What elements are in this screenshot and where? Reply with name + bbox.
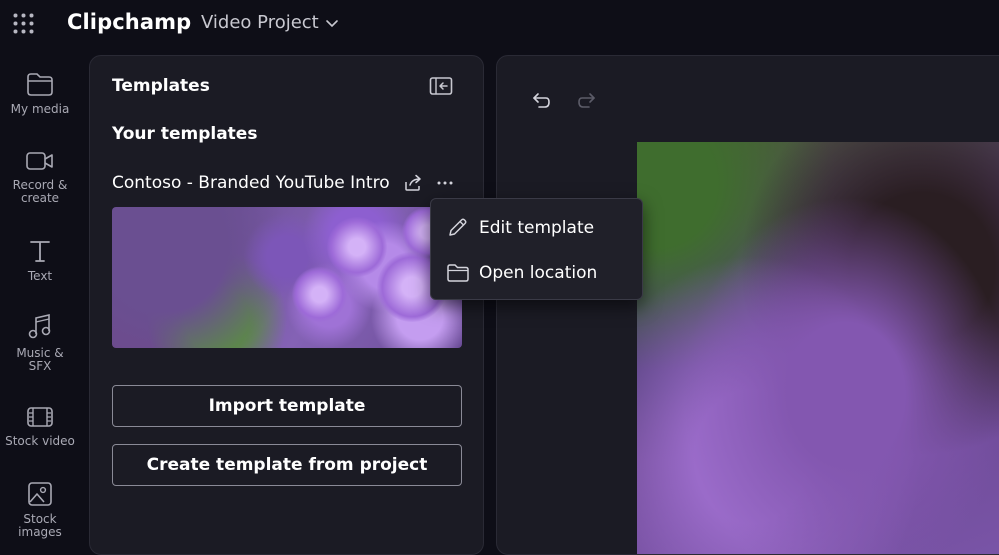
folder-icon (27, 73, 53, 96)
templates-panel: Templates Your templates Contoso - Brand… (89, 55, 484, 555)
template-context-menu: Edit template Open location (430, 198, 643, 300)
sidebar-item-label: My media (10, 102, 70, 116)
menu-item-edit-template[interactable]: Edit template (431, 207, 642, 249)
collapse-panel-button[interactable] (429, 76, 453, 98)
undo-button[interactable] (528, 88, 552, 112)
image-icon (28, 482, 52, 506)
project-name-label: Video Project (201, 12, 319, 33)
redo-button[interactable] (576, 88, 600, 112)
music-note-icon (28, 313, 51, 339)
more-options-button[interactable] (435, 174, 457, 194)
collapse-panel-icon (429, 77, 453, 95)
sidebar-item-label: Text (27, 269, 53, 283)
section-title: Your templates (112, 124, 258, 144)
undo-icon (533, 93, 550, 108)
import-template-button[interactable]: Import template (112, 385, 462, 427)
video-preview[interactable] (637, 142, 999, 554)
sidebar-item-text[interactable]: Text (0, 238, 80, 283)
sidebar-item-label: Stock video (5, 434, 75, 448)
share-icon (405, 174, 421, 191)
sidebar-item-label-line2: create (20, 191, 60, 205)
menu-item-open-location[interactable]: Open location (431, 252, 642, 294)
template-thumbnail[interactable] (112, 207, 462, 348)
share-button[interactable] (403, 174, 425, 194)
pencil-icon (449, 218, 467, 236)
folder-icon (447, 264, 469, 282)
thumbnail-blossom (292, 267, 347, 322)
sidebar-item-stock-video[interactable]: Stock video (0, 405, 80, 448)
project-name-dropdown[interactable]: Video Project (201, 12, 339, 33)
sidebar-item-record-create[interactable]: Record & create (0, 149, 80, 205)
panel-title: Templates (112, 76, 210, 96)
sidebar-item-label-line2: SFX (28, 359, 52, 373)
app-title: Clipchamp (67, 10, 192, 34)
sidebar-item-my-media[interactable]: My media (0, 71, 80, 116)
menu-item-label: Open location (479, 263, 598, 283)
chevron-down-icon (325, 19, 338, 27)
more-icon (437, 181, 453, 185)
app-launcher-icon[interactable] (13, 13, 34, 34)
text-icon (30, 241, 50, 262)
thumbnail-blossom (327, 217, 387, 277)
template-name[interactable]: Contoso - Branded YouTube Intro (112, 173, 390, 193)
sidebar-item-music-sfx[interactable]: Music & SFX (0, 313, 80, 373)
sidebar-item-label-line2: images (18, 525, 62, 539)
film-icon (27, 407, 53, 427)
editor-panel (496, 55, 999, 555)
left-navigation: My media Record & create Text Music & SF… (0, 56, 80, 543)
redo-icon (578, 93, 595, 108)
sidebar-item-stock-images[interactable]: Stock images (0, 481, 80, 539)
top-bar: Clipchamp Video Project (0, 0, 999, 48)
create-template-button[interactable]: Create template from project (112, 444, 462, 486)
menu-item-label: Edit template (479, 218, 595, 238)
camera-icon (26, 152, 53, 170)
